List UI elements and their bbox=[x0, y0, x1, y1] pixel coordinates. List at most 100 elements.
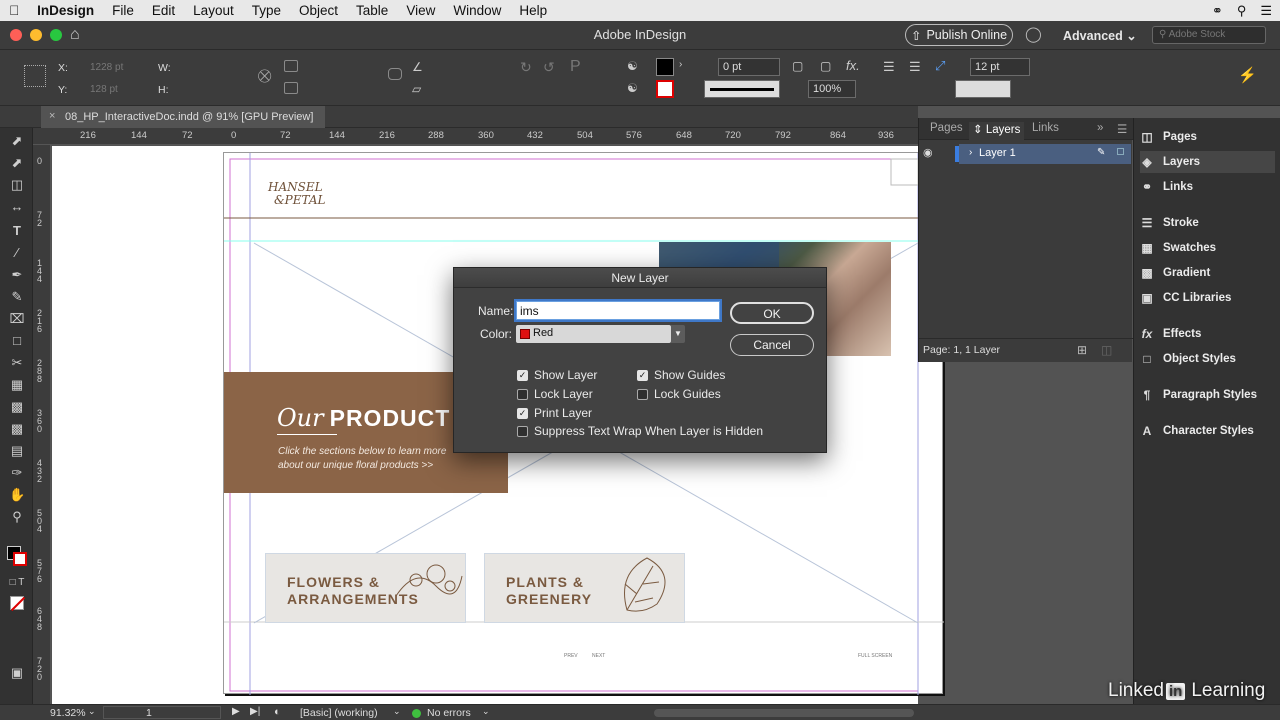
text-wrap-icon[interactable]: ▢ bbox=[792, 59, 803, 73]
scissors-tool-icon[interactable]: ✂ bbox=[9, 356, 25, 370]
spotlight-search-icon[interactable]: ⚲ bbox=[1237, 3, 1247, 19]
distribute-icon[interactable]: ☰ bbox=[909, 59, 921, 75]
menu-help[interactable]: Help bbox=[510, 3, 556, 18]
page-number-field[interactable]: 1 bbox=[103, 706, 221, 719]
menu-file[interactable]: File bbox=[103, 3, 143, 18]
new-layer-icon[interactable]: ⊞ bbox=[1077, 343, 1087, 357]
fill-swatch[interactable] bbox=[656, 58, 674, 76]
workspace-switcher[interactable]: Advanced ⌄ bbox=[1063, 28, 1137, 43]
line-tool-icon[interactable]: ∕ bbox=[9, 246, 25, 260]
show-layer-checkbox[interactable]: ✓ Show Layer bbox=[517, 368, 597, 382]
apple-icon[interactable]:  bbox=[0, 3, 28, 18]
prev-button[interactable]: PREV bbox=[564, 653, 578, 659]
chevron-down-icon[interactable]: ▼ bbox=[671, 325, 685, 343]
text-frame-icon[interactable]: P bbox=[570, 58, 581, 76]
horizontal-scrollbar[interactable] bbox=[654, 709, 914, 717]
dock-effects[interactable]: fx Effects bbox=[1140, 323, 1275, 345]
effects-fx-icon[interactable]: fx. bbox=[846, 58, 860, 73]
cancel-button[interactable]: Cancel bbox=[730, 334, 814, 356]
lock-layer-checkbox[interactable]: Lock Layer bbox=[517, 387, 593, 401]
menu-list-icon[interactable]: ☰ bbox=[1260, 3, 1272, 19]
next-button[interactable]: NEXT bbox=[592, 653, 605, 659]
layer-color-select[interactable]: Red ▼ bbox=[516, 325, 685, 343]
close-tab-icon[interactable]: × bbox=[49, 110, 55, 122]
link-scale-icon[interactable] bbox=[388, 68, 402, 80]
y-field[interactable]: 128 pt bbox=[90, 84, 118, 95]
menu-table[interactable]: Table bbox=[347, 3, 397, 18]
show-guides-checkbox[interactable]: ✓ Show Guides bbox=[637, 368, 725, 382]
apply-none-icon[interactable] bbox=[10, 596, 26, 612]
selection-tool-icon[interactable]: ⬈ bbox=[9, 134, 25, 148]
select-container-icon[interactable]: ☯ bbox=[627, 59, 638, 73]
lock-guides-checkbox[interactable]: Lock Guides bbox=[637, 387, 721, 401]
dock-swatches[interactable]: ▦ Swatches bbox=[1140, 237, 1275, 259]
print-layer-checkbox[interactable]: ✓ Print Layer bbox=[517, 406, 592, 420]
select-content-icon[interactable]: ☯ bbox=[627, 81, 638, 95]
prev-page-icon[interactable]: ▶ bbox=[232, 706, 240, 717]
preflight-profile[interactable]: [Basic] (working) bbox=[300, 707, 378, 719]
scale-y-icon[interactable] bbox=[284, 82, 298, 94]
menu-view[interactable]: View bbox=[397, 3, 444, 18]
stroke-swatch[interactable] bbox=[656, 80, 674, 98]
formatting-container-icon[interactable]: □ T bbox=[9, 576, 25, 590]
free-transform-tool-icon[interactable]: ▦ bbox=[9, 378, 25, 392]
full-screen-button[interactable]: FULL SCREEN bbox=[858, 653, 892, 659]
reference-point-icon[interactable] bbox=[24, 65, 46, 87]
pen-tool-icon[interactable]: ✒ bbox=[9, 268, 25, 282]
errors-chevron-icon[interactable]: ⌄ bbox=[482, 706, 490, 717]
layer-row[interactable]: › Layer 1 ✎ bbox=[955, 144, 1131, 164]
document-tab[interactable]: × 08_HP_InteractiveDoc.indd @ 91% [GPU Pr… bbox=[41, 106, 326, 128]
note-tool-icon[interactable]: ▤ bbox=[9, 444, 25, 458]
ok-button[interactable]: OK bbox=[730, 302, 814, 324]
gap-tool-icon[interactable]: ↔ bbox=[9, 200, 25, 214]
rotate-ccw-icon[interactable]: ↺ bbox=[543, 59, 555, 76]
stroke-color-icon[interactable] bbox=[13, 552, 27, 566]
menu-object[interactable]: Object bbox=[290, 3, 347, 18]
corner-options-icon[interactable]: ▢ bbox=[820, 59, 831, 73]
flowers-tile[interactable]: FLOWERS & ARRANGEMENTS bbox=[265, 553, 466, 623]
type-tool-icon[interactable]: T bbox=[9, 224, 25, 238]
screen-mode-icon[interactable]: ▣ bbox=[9, 666, 25, 680]
last-page-icon[interactable]: ▶| bbox=[250, 706, 260, 717]
eyedropper-tool-icon[interactable]: ✑ bbox=[9, 466, 25, 480]
disclosure-chevron-icon[interactable]: › bbox=[969, 147, 972, 158]
stroke-weight-field[interactable]: 0 pt bbox=[718, 58, 780, 76]
dock-paragraph-styles[interactable]: ¶ Paragraph Styles bbox=[1140, 384, 1275, 406]
rotate-icon[interactable]: ∠ bbox=[412, 60, 423, 74]
adobe-stock-search-input[interactable]: ⚲ Adobe Stock bbox=[1152, 26, 1266, 44]
tab-links[interactable]: Links bbox=[1032, 122, 1059, 134]
hand-tool-icon[interactable]: ✋ bbox=[9, 488, 25, 502]
panel-menu-icon[interactable]: ☰ bbox=[1117, 122, 1127, 136]
menu-window[interactable]: Window bbox=[444, 3, 510, 18]
visibility-eye-icon[interactable]: ◉ bbox=[923, 146, 933, 159]
collapse-panel-icon[interactable]: » bbox=[1097, 122, 1103, 134]
measure-field[interactable]: 12 pt bbox=[970, 58, 1030, 76]
dock-stroke[interactable]: ☰ Stroke bbox=[1140, 212, 1275, 234]
x-field[interactable]: 1228 pt bbox=[90, 62, 123, 73]
zoom-chevron-icon[interactable]: ⌄ bbox=[88, 706, 96, 717]
delete-layer-icon[interactable]: ◫ bbox=[1101, 343, 1112, 357]
suppress-text-wrap-checkbox[interactable]: Suppress Text Wrap When Layer is Hidden bbox=[517, 424, 763, 438]
dock-character-styles[interactable]: A Character Styles bbox=[1140, 420, 1275, 442]
zoom-level-field[interactable]: 91.32% bbox=[50, 707, 86, 719]
lightning-icon[interactable]: ⚡ bbox=[1238, 66, 1257, 84]
object-style-select[interactable] bbox=[955, 80, 1011, 98]
dock-layers[interactable]: ◈ Layers bbox=[1140, 151, 1275, 173]
dock-cc-libraries[interactable]: ▣ CC Libraries bbox=[1140, 287, 1275, 309]
tab-pages[interactable]: Pages bbox=[930, 122, 963, 134]
tab-layers[interactable]: ⇕ Layers bbox=[969, 122, 1025, 140]
rectangle-frame-tool-icon[interactable]: ⌧ bbox=[9, 312, 25, 326]
menu-layout[interactable]: Layout bbox=[184, 3, 243, 18]
creative-cloud-icon[interactable]: ⚭ bbox=[1212, 3, 1223, 19]
dock-object-styles[interactable]: □ Object Styles bbox=[1140, 348, 1275, 370]
direct-selection-tool-icon[interactable]: ⬈ bbox=[9, 156, 25, 170]
scale-x-icon[interactable] bbox=[284, 60, 298, 72]
publish-online-button[interactable]: ⇧ Publish Online bbox=[905, 24, 1013, 46]
menu-type[interactable]: Type bbox=[243, 3, 290, 18]
constrain-proportions-icon[interactable]: ⛒ bbox=[258, 68, 271, 84]
rectangle-tool-icon[interactable]: □ bbox=[9, 334, 25, 348]
lightbulb-icon[interactable]: ◯ bbox=[1025, 25, 1042, 43]
zoom-tool-icon[interactable]: ⚲ bbox=[9, 510, 25, 524]
dock-links[interactable]: ⚭ Links bbox=[1140, 176, 1275, 198]
pencil-tool-icon[interactable]: ✎ bbox=[9, 290, 25, 304]
